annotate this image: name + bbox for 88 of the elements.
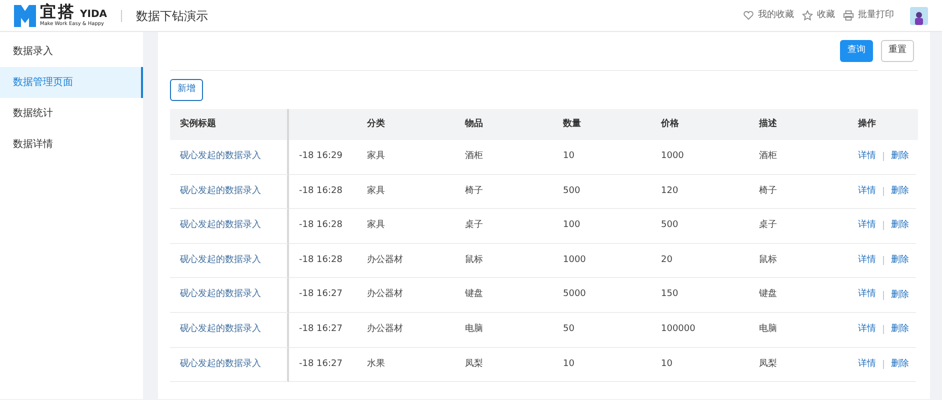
delete-link[interactable]: 删除 bbox=[883, 152, 909, 162]
table-cell-text: 1000 bbox=[661, 150, 684, 164]
details-link[interactable]: 详情 bbox=[858, 219, 876, 233]
table-cell-text: 酒柜 bbox=[759, 150, 777, 164]
details-link[interactable]: 详情 bbox=[858, 184, 876, 198]
heart-icon bbox=[743, 10, 754, 21]
sidebar-item[interactable]: 数据统计 bbox=[0, 98, 143, 129]
table-cell-text: 鼠标 bbox=[759, 254, 777, 267]
table-cell-text: 500 bbox=[661, 219, 678, 232]
table-cell-text: 150 bbox=[661, 288, 678, 302]
header-action-button[interactable]: 批量打印 bbox=[843, 8, 894, 22]
reset-button[interactable]: 重置 bbox=[881, 40, 914, 62]
table-cell-text: 桌子 bbox=[465, 219, 483, 232]
table-cell-text: 50 bbox=[563, 323, 574, 336]
table-cell-text: 椅子 bbox=[759, 184, 777, 198]
column-header: 实例标题 bbox=[170, 109, 289, 140]
table-cell-text: 水果 bbox=[367, 358, 385, 371]
table-cell-text: -18 16:27 bbox=[299, 323, 342, 336]
details-link[interactable]: 详情 bbox=[858, 358, 876, 372]
details-link[interactable]: 详情 bbox=[858, 323, 876, 337]
star-icon bbox=[802, 10, 813, 21]
search-button[interactable]: 查询 bbox=[840, 40, 873, 62]
table-cell-text: 100 bbox=[563, 219, 580, 232]
delete-link[interactable]: 删除 bbox=[883, 221, 909, 230]
title-link[interactable]: 砚心发起的数据录入 bbox=[180, 150, 261, 164]
delete-link[interactable]: 删除 bbox=[883, 360, 909, 369]
table-cell-text: 电脑 bbox=[465, 323, 483, 336]
title-link[interactable]: 砚心发起的数据录入 bbox=[180, 323, 261, 337]
table-cell-text: 1000 bbox=[563, 254, 586, 267]
sidebar-item[interactable]: 数据录入 bbox=[0, 36, 143, 67]
table-cell-text: 10 bbox=[661, 358, 672, 371]
table-cell-text: 椅子 bbox=[465, 184, 483, 198]
table-cell-text: 5000 bbox=[563, 288, 586, 302]
table-cell-text: 家具 bbox=[367, 150, 385, 164]
add-button[interactable]: 新增 bbox=[170, 79, 203, 101]
sidebar-item[interactable]: 数据详情 bbox=[0, 129, 143, 160]
table-cell-text: 键盘 bbox=[759, 288, 777, 302]
title-link[interactable]: 砚心发起的数据录入 bbox=[180, 288, 261, 302]
table-cell-text: 家具 bbox=[367, 219, 385, 232]
column-header: 物品 bbox=[464, 118, 484, 131]
page-title: 数据下钻演示 bbox=[136, 8, 208, 24]
details-link[interactable]: 详情 bbox=[858, 288, 876, 302]
column-header: 分类 bbox=[366, 117, 386, 131]
logo-name: 宜搭 bbox=[40, 4, 76, 20]
printer-icon bbox=[843, 10, 854, 21]
table-cell-text: 办公器材 bbox=[367, 323, 403, 336]
column-header: 数量 bbox=[562, 118, 582, 131]
title-link[interactable]: 砚心发起的数据录入 bbox=[180, 184, 261, 198]
table-cell-text: 100000 bbox=[661, 323, 696, 336]
table-cell-text: -18 16:29 bbox=[299, 150, 342, 164]
table-cell-text: 家具 bbox=[367, 184, 385, 198]
table-cell-text: -18 16:28 bbox=[299, 254, 342, 267]
delete-link[interactable]: 删除 bbox=[883, 290, 909, 300]
title-link[interactable]: 砚心发起的数据录入 bbox=[180, 358, 261, 372]
title-link[interactable]: 砚心发起的数据录入 bbox=[180, 219, 261, 233]
table-cell-text: 500 bbox=[563, 184, 580, 198]
sidebar-item[interactable]: 数据管理页面 bbox=[0, 67, 143, 98]
header-action-button[interactable]: 收藏 bbox=[802, 8, 835, 22]
table-cell-text: -18 16:27 bbox=[299, 358, 342, 371]
table-cell-text: 办公器材 bbox=[367, 288, 403, 302]
avatar[interactable] bbox=[910, 6, 928, 24]
table-cell-text: 鼠标 bbox=[465, 254, 483, 267]
header-action-button[interactable]: 我的收藏 bbox=[743, 8, 794, 22]
logo-brand: YIDA bbox=[80, 8, 108, 21]
details-link[interactable]: 详情 bbox=[858, 254, 876, 268]
table-cell-text: 120 bbox=[661, 184, 678, 198]
delete-link[interactable]: 删除 bbox=[883, 256, 909, 266]
table-cell-text: 20 bbox=[661, 254, 672, 267]
delete-link[interactable]: 删除 bbox=[883, 186, 909, 196]
table-cell-text: 桌子 bbox=[759, 219, 777, 232]
details-link[interactable]: 详情 bbox=[858, 150, 876, 164]
table-cell-text: 键盘 bbox=[465, 288, 483, 302]
table-cell-text: -18 16:27 bbox=[299, 288, 342, 302]
table-cell-text: 凤梨 bbox=[465, 358, 483, 371]
table-cell-text: 10 bbox=[563, 150, 574, 164]
title-link[interactable]: 砚心发起的数据录入 bbox=[180, 254, 261, 268]
table-cell-text: 办公器材 bbox=[367, 254, 403, 267]
table-cell-text: 酒柜 bbox=[465, 150, 483, 164]
table-cell-text: 10 bbox=[563, 358, 574, 371]
column-header: 操作 bbox=[857, 118, 877, 131]
column-header: 描述 bbox=[758, 117, 778, 131]
table-cell-text: 凤梨 bbox=[759, 358, 777, 371]
table-cell-text: -18 16:28 bbox=[299, 219, 342, 232]
table-cell-text: 电脑 bbox=[759, 323, 777, 336]
delete-link[interactable]: 删除 bbox=[883, 325, 909, 334]
column-header: 价格 bbox=[660, 118, 680, 131]
logo-icon bbox=[14, 4, 36, 26]
table-cell-text: -18 16:28 bbox=[299, 184, 342, 198]
